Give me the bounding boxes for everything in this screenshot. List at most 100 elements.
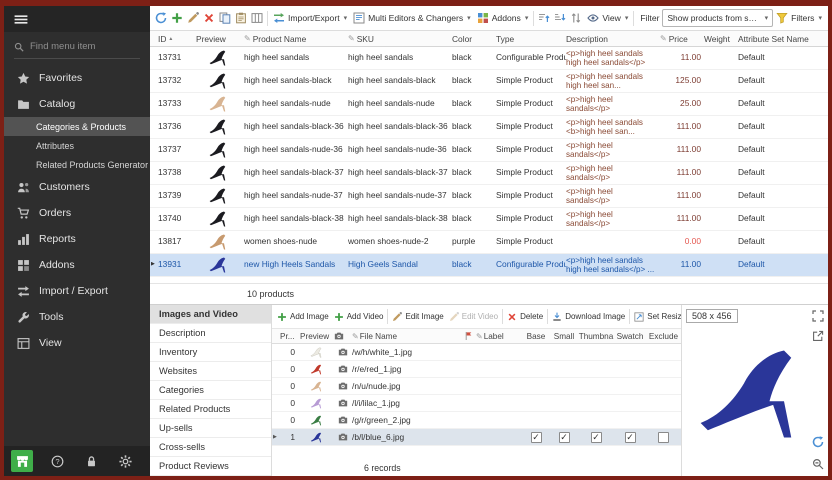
unsort-button[interactable] [568, 11, 584, 25]
set-resize-rule-button[interactable]: Set Resize Rule [632, 311, 681, 323]
column-header-id[interactable]: ID▲ [158, 34, 196, 44]
image-column-thumbna[interactable]: Thumbna [578, 332, 614, 341]
external-link-button[interactable] [811, 329, 825, 343]
image-column-icon[interactable] [464, 331, 476, 341]
tab-product-reviews[interactable]: Product Reviews [150, 457, 271, 476]
tab-categories[interactable]: Categories [150, 381, 271, 400]
column-header-sku[interactable]: ✎SKU [348, 34, 452, 44]
image-row[interactable]: 0/w/h/white_1.jpg [272, 344, 681, 361]
small-checkbox[interactable]: ✓ [559, 432, 570, 443]
zoom-out-button[interactable] [811, 457, 825, 471]
category-filter-select[interactable]: Show products from selected categories ▾ [662, 9, 773, 27]
thumbnail-checkbox[interactable]: ✓ [591, 432, 602, 443]
product-row-13733[interactable]: 13733high heel sandals-nudehigh heel san… [150, 93, 828, 116]
delete-button[interactable] [201, 11, 217, 25]
cell-id: 13739 [158, 191, 196, 201]
column-header-price[interactable]: ✎Price [660, 34, 704, 44]
menu-import-export[interactable]: Import/Export▾ [270, 11, 350, 25]
tab-up-sells[interactable]: Up-sells [150, 419, 271, 438]
product-row-13931[interactable]: ▶13931new High Heels SandalsHigh Geels S… [150, 254, 828, 277]
image-column-base[interactable]: Base [522, 332, 550, 341]
tab-cross-sells[interactable]: Cross-sells [150, 438, 271, 457]
sidebar-item-addons[interactable]: Addons [4, 252, 150, 278]
paste-button[interactable] [233, 11, 249, 25]
cell-attribute-set: Default [738, 214, 816, 224]
product-row-13732[interactable]: 13732high heel sandals-blackhigh heel sa… [150, 70, 828, 93]
menu-addons[interactable]: Addons▾ [474, 11, 532, 25]
expand-button[interactable] [811, 309, 825, 323]
exclude-checkbox[interactable] [658, 432, 669, 443]
column-header-weight[interactable]: Weight [704, 34, 738, 44]
column-header-type[interactable]: Type [496, 34, 566, 44]
column-header-attribute-set-name[interactable]: Attribute Set Name [738, 34, 816, 44]
tab-description[interactable]: Description [150, 324, 271, 343]
sidebar-item-orders[interactable]: Orders [4, 200, 150, 226]
image-column-pr[interactable]: Pr... [280, 332, 300, 341]
tab-images-and-video[interactable]: Images and Video [150, 305, 271, 324]
tab-inventory[interactable]: Inventory [150, 343, 271, 362]
hamburger-icon[interactable] [14, 14, 28, 25]
tab-related-products[interactable]: Related Products [150, 400, 271, 419]
menu-multi-editors-changers[interactable]: Multi Editors & Changers▾ [350, 11, 474, 25]
refresh-button[interactable] [153, 11, 169, 25]
help-button[interactable]: ? [47, 451, 67, 471]
edit-button[interactable] [185, 11, 201, 25]
image-column-exclude[interactable]: Exclude [646, 332, 681, 341]
image-row[interactable]: 0/l/i/lilac_1.jpg [272, 395, 681, 412]
tab-websites[interactable]: Websites [150, 362, 271, 381]
sidebar-item-attributes[interactable]: Attributes [4, 136, 150, 155]
image-column-preview[interactable]: Preview [300, 332, 334, 341]
image-column-swatch[interactable]: Swatch [614, 332, 646, 341]
sidebar-item-import-export[interactable]: Import / Export [4, 278, 150, 304]
sidebar-item-related-products-generator[interactable]: Related Products Generator [4, 155, 150, 174]
swatch-checkbox[interactable]: ✓ [625, 432, 636, 443]
image-row[interactable]: 0/n/u/nude.jpg [272, 378, 681, 395]
lock-button[interactable] [82, 451, 102, 471]
image-column-file-name[interactable]: ✎File Name [352, 332, 464, 341]
column-header-color[interactable]: Color [452, 34, 496, 44]
base-checkbox[interactable]: ✓ [531, 432, 542, 443]
sidebar-item-catalog[interactable]: Catalog [4, 91, 150, 117]
delete-button[interactable]: Delete [505, 311, 545, 323]
edit-image-button[interactable]: Edit Image [390, 311, 445, 323]
sidebar-item-customers[interactable]: Customers [4, 174, 150, 200]
download-image-button[interactable]: Download Image [550, 311, 627, 323]
menu-view[interactable]: View▾ [584, 11, 631, 25]
columns-button[interactable] [249, 11, 265, 25]
product-row-13737[interactable]: 13737high heel sandals-nude-36high heel … [150, 139, 828, 162]
sidebar-item-categories-products[interactable]: Categories & Products [4, 117, 150, 136]
gear-button[interactable] [116, 451, 136, 471]
sort-desc-button[interactable] [552, 11, 568, 25]
sidebar-item-reports[interactable]: Reports [4, 226, 150, 252]
sidebar-item-tools[interactable]: Tools [4, 304, 150, 330]
image-column-small[interactable]: Small [550, 332, 578, 341]
column-header-preview[interactable]: Preview [196, 34, 244, 44]
copy-button[interactable] [217, 11, 233, 25]
column-header-product-name[interactable]: ✎Product Name [244, 34, 348, 44]
sort-asc-button[interactable] [536, 11, 552, 25]
add-image-button[interactable]: Add Image [275, 311, 331, 323]
sidebar-search[interactable]: Find menu item [14, 35, 140, 59]
column-header-description[interactable]: Description [566, 34, 660, 44]
store-button[interactable] [11, 450, 33, 472]
image-row[interactable]: ▶1/b/l/blue_6.jpg✓✓✓✓ [272, 429, 681, 446]
image-column-label[interactable]: ✎Label [476, 332, 522, 341]
add-video-button[interactable]: Add Video [332, 311, 386, 323]
product-row-13736[interactable]: 13736high heel sandals-black-36high heel… [150, 116, 828, 139]
image-row[interactable]: 0/g/r/green_2.jpg [272, 412, 681, 429]
sidebar-item-favorites[interactable]: Favorites [4, 65, 150, 91]
product-row-13740[interactable]: 13740high heel sandals-black-38high heel… [150, 208, 828, 231]
cell-price: 125.00 [660, 76, 704, 86]
cell-type: Configurable Product [496, 53, 566, 63]
image-row[interactable]: 0/r/e/red_1.jpg [272, 361, 681, 378]
sidebar-item-view[interactable]: View [4, 330, 150, 356]
menu-filters[interactable]: Filters▾ [773, 11, 825, 25]
product-row-13731[interactable]: 13731high heel sandalshigh heel sandalsb… [150, 47, 828, 70]
product-row-13738[interactable]: 13738high heel sandals-black-37high heel… [150, 162, 828, 185]
product-row-13817[interactable]: 13817women shoes-nudewomen shoes-nude-2p… [150, 231, 828, 254]
refresh-button[interactable] [811, 435, 825, 449]
add-button[interactable] [169, 11, 185, 25]
product-row-13739[interactable]: 13739high heel sandals-nude-37high heel … [150, 185, 828, 208]
image-column-icon[interactable] [334, 331, 352, 341]
cell-name: new High Heels Sandals [244, 260, 348, 270]
